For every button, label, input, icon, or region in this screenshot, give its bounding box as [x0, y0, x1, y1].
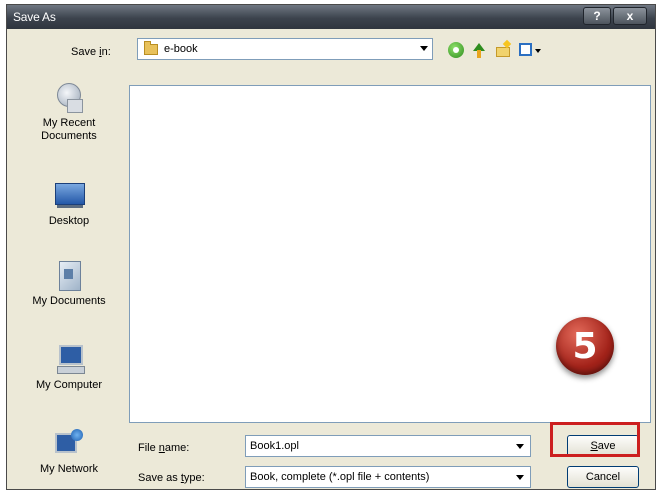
title-bar[interactable]: Save As ? x — [7, 5, 655, 29]
file-name-field[interactable]: Book1.opl — [245, 435, 531, 457]
place-my-recent-documents[interactable]: My Recent Documents — [21, 83, 117, 143]
window-title: Save As — [13, 10, 56, 24]
place-label: Desktop — [48, 215, 90, 227]
file-name-label: File name: — [138, 442, 190, 454]
up-folder-icon[interactable] — [470, 41, 488, 59]
place-desktop[interactable]: Desktop — [21, 181, 117, 228]
chevron-down-icon[interactable] — [516, 475, 524, 480]
save-as-type-dropdown[interactable]: Book, complete (*.opl file + contents) — [245, 466, 531, 488]
place-label: My Computer — [35, 379, 103, 391]
step-number-badge: 5 — [556, 317, 614, 375]
save-in-label: Save in: — [71, 46, 111, 58]
place-label: My Documents — [32, 295, 106, 307]
chevron-down-icon[interactable] — [420, 46, 428, 51]
recent-documents-icon — [53, 83, 85, 113]
place-my-computer[interactable]: My Computer — [21, 345, 117, 392]
desktop-icon — [53, 181, 85, 209]
chevron-down-icon[interactable] — [516, 444, 524, 449]
new-folder-icon[interactable] — [494, 41, 512, 59]
folder-icon — [144, 40, 158, 55]
save-in-dropdown[interactable]: e-book — [137, 38, 433, 60]
my-network-icon — [53, 429, 85, 457]
save-button-highlight — [550, 422, 640, 457]
place-label: My Recent — [42, 117, 96, 129]
help-button[interactable]: ? — [583, 7, 611, 25]
save-in-value: e-book — [164, 43, 198, 55]
file-name-value: Book1.opl — [250, 440, 299, 452]
save-as-type-value: Book, complete (*.opl file + contents) — [250, 471, 430, 483]
place-label: Documents — [41, 130, 97, 142]
my-documents-icon — [53, 261, 85, 291]
save-as-type-label: Save as type: — [138, 472, 205, 484]
save-as-dialog: Save As ? x Save in: e-book My Recent Do… — [6, 4, 656, 490]
place-my-documents[interactable]: My Documents — [21, 261, 117, 308]
close-button[interactable]: x — [613, 7, 647, 25]
place-label: My Network — [39, 463, 99, 475]
views-menu-icon[interactable] — [518, 41, 541, 59]
place-my-network[interactable]: My Network — [21, 429, 117, 476]
cancel-button[interactable]: Cancel — [567, 466, 639, 488]
my-computer-icon — [53, 345, 85, 374]
back-icon[interactable] — [447, 41, 465, 59]
